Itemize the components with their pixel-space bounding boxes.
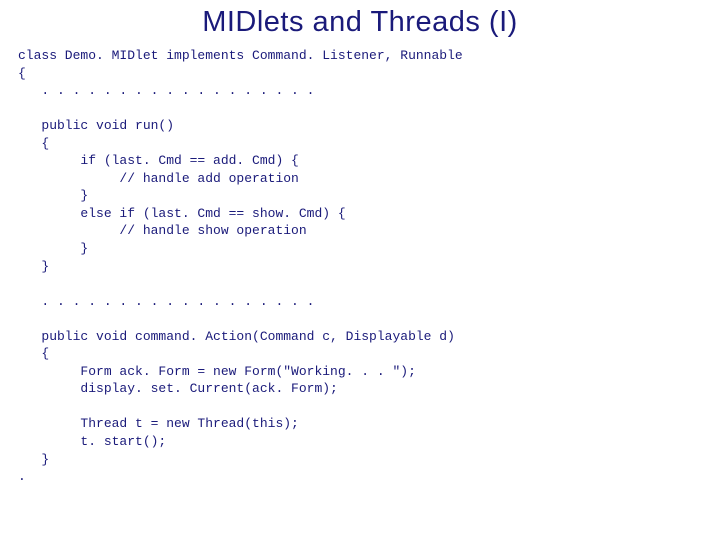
code-block: class Demo. MIDlet implements Command. L… (0, 47, 720, 486)
slide-title: MIDlets and Threads (I) (0, 0, 720, 47)
